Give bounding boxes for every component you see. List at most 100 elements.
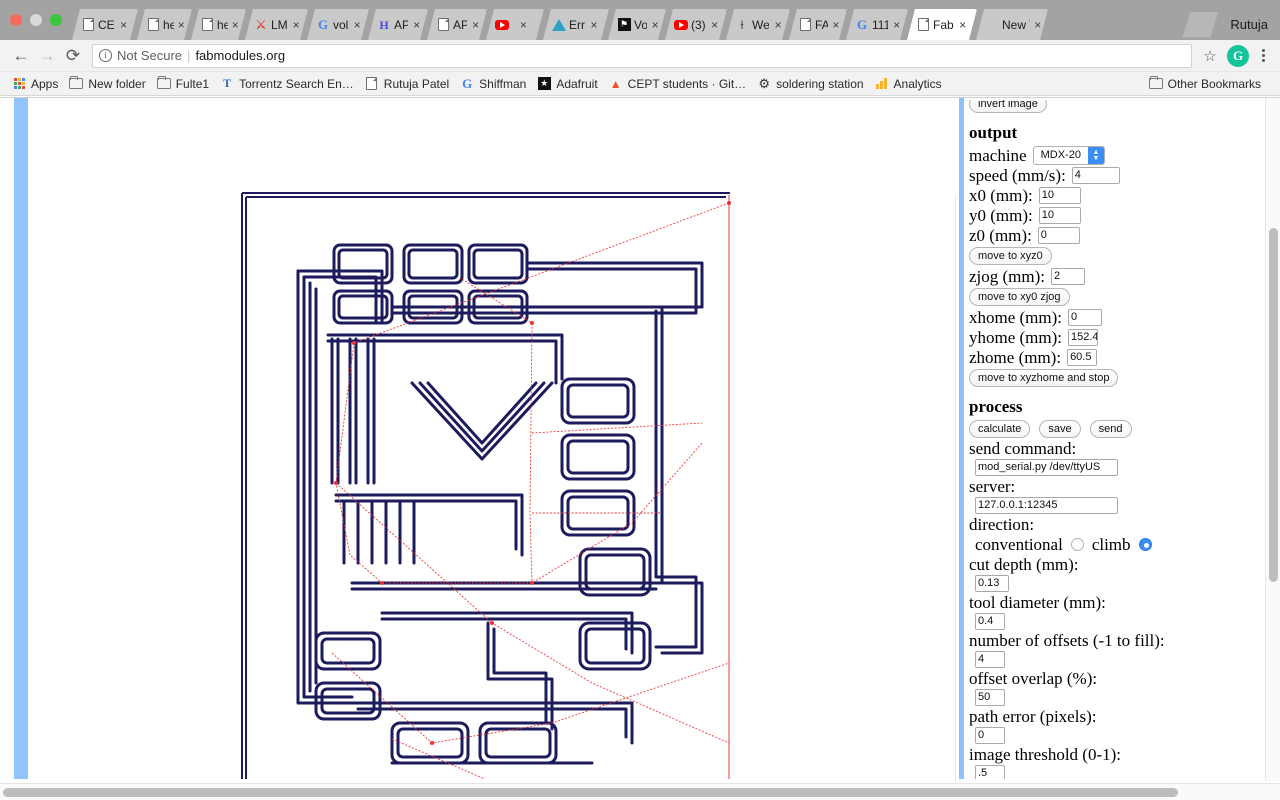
close-icon[interactable]: × <box>351 19 363 31</box>
tool-diameter-input[interactable]: 0.4 <box>975 613 1005 630</box>
minimize-window-button[interactable] <box>30 14 42 26</box>
offset-overlap-input[interactable]: 50 <box>975 689 1005 706</box>
close-icon[interactable]: × <box>470 19 481 31</box>
bookmark-item-9[interactable]: Analytics <box>873 77 951 91</box>
browser-tab-1[interactable]: he × <box>137 9 192 40</box>
close-icon[interactable]: × <box>709 19 721 31</box>
move-to-xy0-zjog-button[interactable]: move to xy0 zjog <box>969 288 1070 306</box>
site-info-icon[interactable]: i <box>99 49 112 62</box>
bookmark-item-6[interactable]: ★ Adafruit <box>535 77 606 91</box>
browser-tab-6[interactable]: AP × <box>427 9 487 40</box>
chevron-updown-icon[interactable]: ▲ ▼ <box>1087 147 1104 164</box>
send-command-label-row: send command: <box>969 439 1255 458</box>
browser-tab-8[interactable]: Err × <box>543 9 609 40</box>
browser-tab-11[interactable]: ⟊ We × <box>726 9 790 40</box>
move-to-xyzhome-and-stop-button[interactable]: move to xyzhome and stop <box>969 369 1119 387</box>
invert-image-button[interactable]: invert image <box>969 100 1047 113</box>
browser-tab-4[interactable]: Gvol × <box>307 9 369 40</box>
climb-radio[interactable] <box>1138 538 1152 551</box>
close-window-button[interactable] <box>10 14 22 26</box>
calculate-button[interactable]: calculate <box>969 420 1031 438</box>
bookmark-item-5[interactable]: G Shiffman <box>458 76 535 91</box>
close-icon[interactable]: × <box>1033 19 1042 31</box>
browser-tab-0[interactable]: CE × <box>72 9 138 40</box>
close-icon[interactable]: × <box>957 19 969 31</box>
vertical-scrollbar[interactable] <box>1265 98 1280 781</box>
save-button[interactable]: save <box>1039 420 1081 438</box>
browser-tab-15[interactable]: New Ta × <box>976 9 1048 40</box>
close-icon[interactable]: × <box>772 19 784 31</box>
server-input[interactable]: 127.0.0.1:12345 <box>975 497 1118 514</box>
y0-input[interactable]: 10 <box>1038 207 1081 224</box>
close-icon[interactable]: × <box>891 19 902 31</box>
close-icon[interactable]: × <box>588 19 600 31</box>
direction-label-row: direction: <box>969 515 1255 534</box>
close-icon[interactable]: × <box>231 19 240 31</box>
star-icon[interactable]: ☆ <box>1198 44 1222 68</box>
three-dot-menu-icon[interactable] <box>1254 44 1272 68</box>
bookmark-item-8[interactable]: ⚙ soldering station <box>755 76 872 91</box>
bookmark-item-1[interactable]: New folder <box>67 75 154 91</box>
bookmark-item-7[interactable]: ▲ CEPT students · Git… <box>607 77 755 91</box>
close-icon[interactable]: × <box>517 19 529 31</box>
vertical-scrollbar-thumb[interactable] <box>1269 228 1278 582</box>
new-tab-button[interactable] <box>1182 12 1218 38</box>
browser-tab-5[interactable]: H AP × <box>368 9 428 40</box>
horizontal-scrollbar[interactable] <box>0 783 1280 800</box>
close-icon[interactable]: × <box>177 19 186 31</box>
zhome-label: zhome (mm): <box>969 348 1062 367</box>
bookmark-label: Torrentz Search En… <box>239 76 354 91</box>
browser-tab-9[interactable]: ⚑Vol× <box>608 9 666 40</box>
url-text[interactable]: fabmodules.org <box>195 48 285 63</box>
path-error-input[interactable]: 0 <box>975 727 1005 744</box>
number-of-offsets-input[interactable]: 4 <box>975 651 1005 668</box>
move-to-xyz0-button[interactable]: move to xyz0 <box>969 247 1052 265</box>
close-icon[interactable]: × <box>831 19 841 31</box>
speed-input[interactable]: 4 <box>1071 167 1120 184</box>
zhome-input[interactable]: 60.5 <box>1067 349 1098 366</box>
close-icon[interactable]: × <box>650 19 660 31</box>
profile-name[interactable]: Rutuja <box>1224 17 1268 32</box>
reload-icon[interactable]: ⟳ <box>60 43 86 69</box>
cut-depth-input[interactable]: 0.13 <box>975 575 1009 592</box>
address-bar[interactable]: i Not Secure | fabmodules.org <box>92 43 1192 68</box>
close-icon[interactable]: × <box>411 19 422 31</box>
yhome-input[interactable]: 152.4 <box>1068 329 1099 346</box>
horizontal-scrollbar-thumb[interactable] <box>3 788 1178 797</box>
tab-title: LM <box>271 17 288 32</box>
tab-title: FA <box>815 17 828 32</box>
image-threshold-input[interactable]: .5 <box>975 765 1005 779</box>
back-arrow-icon[interactable]: ← <box>8 43 34 69</box>
browser-tab-7[interactable]: × <box>486 9 544 40</box>
zjog-input[interactable]: 2 <box>1051 268 1086 285</box>
x0-input[interactable]: 10 <box>1038 187 1081 204</box>
close-icon[interactable]: × <box>118 19 130 31</box>
machine-select[interactable]: MDX-20 ▲ ▼ <box>1032 146 1105 165</box>
bookmark-item-3[interactable]: T Torrentz Search En… <box>218 76 363 91</box>
page-icon <box>436 18 450 32</box>
tab-title: AP <box>453 17 468 32</box>
browser-tab-14[interactable]: Fab × <box>907 9 977 40</box>
bookmark-item-2[interactable]: Fulte1 <box>155 75 218 91</box>
bookmark-item-4[interactable]: Rutuja Patel <box>363 77 458 91</box>
send-command-input[interactable]: mod_serial.py /dev/ttyUS <box>975 459 1118 476</box>
bookmark-item-0[interactable]: Apps <box>10 77 67 91</box>
send-button[interactable]: send <box>1089 420 1132 438</box>
toolpath-canvas[interactable] <box>0 98 955 779</box>
z0-input[interactable]: 0 <box>1037 227 1080 244</box>
browser-tab-13[interactable]: G 111 × <box>846 9 908 40</box>
tab-title: he <box>217 17 228 32</box>
conventional-radio[interactable] <box>1070 538 1084 551</box>
tab-title: vol <box>333 17 349 32</box>
conventional-label: conventional <box>975 535 1063 554</box>
zoom-window-button[interactable] <box>50 14 62 26</box>
bookmark-item-other[interactable]: Other Bookmarks <box>1147 75 1270 91</box>
xhome-input[interactable]: 0 <box>1068 309 1103 326</box>
forward-arrow-icon[interactable]: → <box>34 43 60 69</box>
close-icon[interactable]: × <box>290 19 302 31</box>
browser-tab-12[interactable]: FA × <box>789 9 847 40</box>
grammarly-icon[interactable]: G <box>1227 44 1249 67</box>
browser-tab-2[interactable]: he × <box>191 9 246 40</box>
browser-tab-3[interactable]: ⚔ LM × <box>245 9 308 40</box>
browser-tab-10[interactable]: (3) × <box>665 9 727 40</box>
